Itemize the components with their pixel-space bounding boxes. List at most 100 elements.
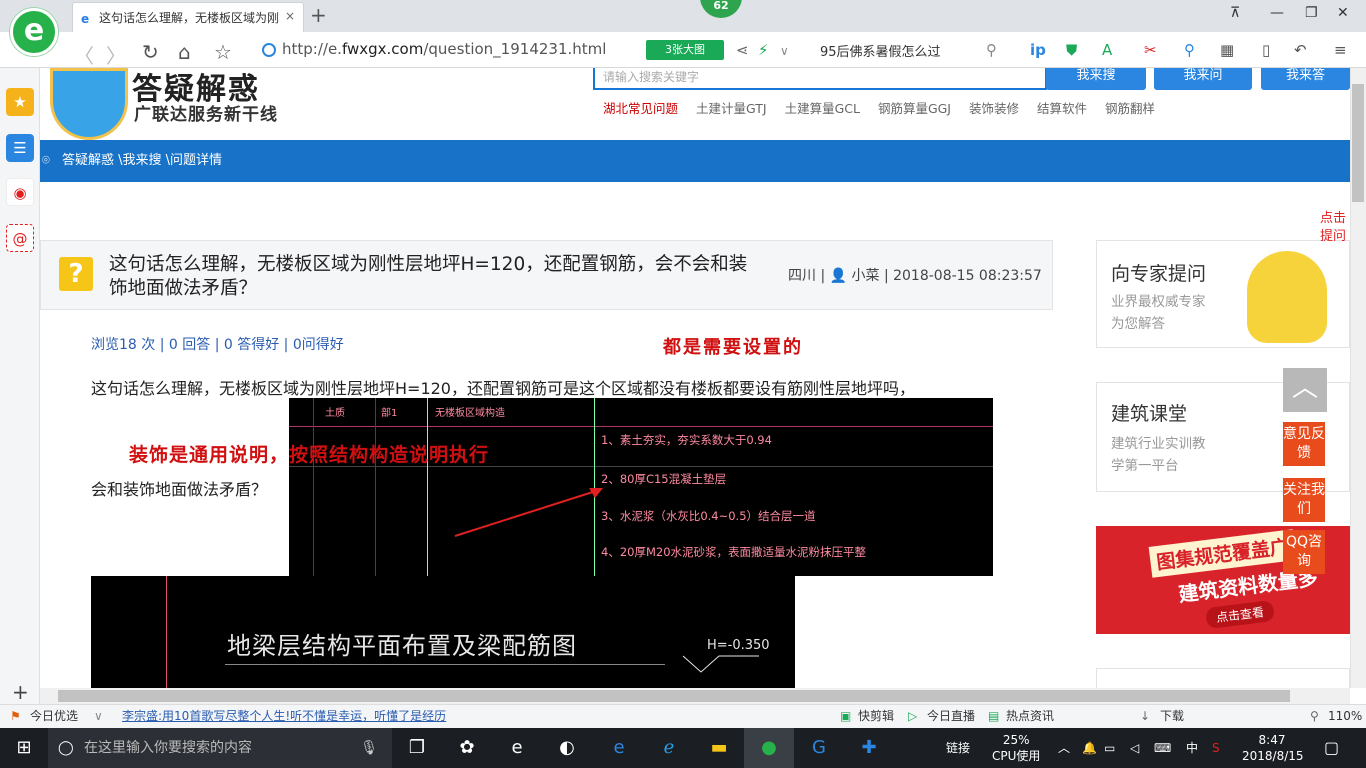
qq-consult-button[interactable]: QQ咨询	[1283, 530, 1325, 574]
close-window-button[interactable]: ✕	[1337, 5, 1349, 21]
hotlink[interactable]: 结算软件	[1037, 101, 1087, 116]
volume-icon[interactable]: ◁	[1130, 728, 1139, 768]
search-input[interactable]: 95后佛系暑假怎么过	[820, 41, 941, 60]
share-icon[interactable]: ⋖	[736, 41, 749, 59]
magnifier-icon[interactable]: ⚲	[1184, 41, 1195, 59]
windows-start-icon[interactable]: ⊞	[0, 728, 48, 768]
expert-card-title: 向专家提问	[1111, 263, 1207, 285]
image-mode-button[interactable]: 3张大图	[646, 40, 724, 60]
hotlink[interactable]: 钢筋翻样	[1105, 101, 1155, 116]
classroom-card-sub: 学第一平台	[1111, 458, 1179, 474]
hotlink[interactable]: 土建算量GCL	[785, 101, 860, 116]
today-picks-link[interactable]: 今日优选	[30, 705, 78, 727]
active-tab[interactable]: e 这句话怎么理解，无楼板区域为刚 ×	[72, 2, 304, 32]
new-tab-button[interactable]: +	[310, 3, 327, 27]
reload-button[interactable]: ↻	[142, 40, 159, 64]
status-item[interactable]: 今日直播	[927, 705, 975, 727]
home-button[interactable]: ⌂	[178, 40, 191, 64]
forward-button[interactable]: 〉	[106, 40, 126, 69]
keyboard-icon[interactable]: ⌨	[1154, 728, 1171, 768]
ip-icon[interactable]: ip	[1030, 41, 1046, 59]
hotlink[interactable]: 湖北常见问题	[603, 101, 678, 116]
promo-button[interactable]: 点击查看	[1204, 599, 1276, 630]
gift-icon: ⚑	[10, 709, 21, 723]
translate-icon[interactable]: A	[1102, 41, 1112, 59]
shield-icon[interactable]: ⛊	[1066, 41, 1077, 59]
feedback-button[interactable]: 意见反馈	[1283, 422, 1325, 466]
search-icon[interactable]: ⚲	[986, 41, 997, 59]
cad-drawing-plan[interactable]: 地梁层结构平面布置及梁配筋图 H=-0.350	[91, 576, 795, 688]
vertical-scroll-thumb[interactable]	[1352, 84, 1364, 202]
favorite-button[interactable]: ☆	[214, 40, 232, 64]
cad-drawing-detail[interactable]: 土质 部1 无楼板区域构造 1、素土夯实，夯实系数大于0.94 2、80厚C15…	[289, 398, 993, 576]
tab-close-icon[interactable]: ×	[285, 9, 295, 23]
follow-us-button[interactable]: 关注我们	[1283, 478, 1325, 522]
mail-icon[interactable]: @	[6, 224, 34, 252]
status-item[interactable]: 热点资讯	[1006, 705, 1054, 727]
link-label[interactable]: 链接	[946, 728, 970, 768]
site-search-input[interactable]: 请输入搜索关键字	[593, 68, 1047, 90]
app-icon[interactable]: ✚	[844, 728, 894, 768]
ask-button[interactable]: 我来问	[1154, 68, 1252, 90]
glodon-icon[interactable]: G	[794, 728, 844, 768]
tray-chevron-icon[interactable]: ︿	[1058, 728, 1070, 768]
url-path: /question_1914231.html	[423, 40, 607, 58]
hotlink[interactable]: 土建计量GTJ	[696, 101, 767, 116]
star-icon[interactable]: ★	[6, 88, 34, 116]
notification-bell-icon[interactable]: 🔔	[1082, 728, 1097, 768]
add-sidebar-button[interactable]: +	[12, 680, 29, 704]
edge-icon[interactable]: e	[594, 728, 644, 768]
cad-line	[427, 398, 428, 576]
status-item[interactable]: 快剪辑	[858, 705, 894, 727]
taskbar-search[interactable]: ◯ 在这里输入你要搜索的内容 🎙	[48, 728, 392, 768]
apps-icon[interactable]: ▦	[1220, 41, 1234, 59]
network-icon[interactable]: ▭	[1104, 728, 1115, 768]
maximize-button[interactable]: ❐	[1305, 5, 1318, 21]
hotlink[interactable]: 装饰装修	[969, 101, 1019, 116]
speed-icon[interactable]: ⚡	[758, 41, 769, 59]
skin-icon[interactable]: ⊼	[1230, 5, 1240, 21]
browser-logo-icon[interactable]: e	[10, 8, 58, 56]
chevron-down-icon[interactable]: ∨	[780, 44, 789, 58]
app-icon[interactable]: ◐	[542, 728, 592, 768]
cad-header: 部1	[381, 408, 398, 419]
breadcrumb[interactable]: 答疑解惑 \我来搜 \问题详情	[62, 153, 222, 168]
site-info-icon[interactable]	[262, 43, 276, 57]
app-icon[interactable]: ✿	[442, 728, 492, 768]
clock[interactable]: 8:47 2018/8/15	[1242, 732, 1304, 764]
scroll-to-top-button[interactable]: ︿	[1283, 368, 1327, 412]
expert-card[interactable]: 向专家提问 业界最权威专家 为您解答	[1096, 240, 1350, 348]
cad-text: 3、水泥浆（水灰比0.4~0.5）结合层一道	[601, 509, 816, 523]
annotation-answer: 都是需要设置的	[663, 337, 803, 358]
action-center-icon[interactable]: ▢	[1324, 728, 1339, 768]
hotlink[interactable]: 钢筋算量GGJ	[878, 101, 951, 116]
undo-icon[interactable]: ↶	[1294, 41, 1307, 59]
site-slogan: 广联达服务新干线	[134, 105, 278, 125]
cpu-meter[interactable]: 25% CPU使用	[992, 732, 1040, 764]
folder-icon[interactable]: ▬	[694, 728, 744, 768]
zoom-level[interactable]: 110%	[1328, 705, 1362, 727]
internet-explorer-icon[interactable]: ℯ	[644, 728, 694, 768]
ie-icon[interactable]: e	[492, 728, 542, 768]
weibo-icon[interactable]: ◉	[6, 178, 34, 206]
scissors-icon[interactable]: ✂	[1144, 41, 1157, 59]
back-button[interactable]: 〈	[74, 40, 94, 69]
list-icon[interactable]: ☰	[6, 134, 34, 162]
taskbar-search-placeholder: 在这里输入你要搜索的内容	[84, 740, 252, 756]
sogou-icon[interactable]: S	[1212, 728, 1220, 768]
address-bar[interactable]: http://e.fwxgx.com/question_1914231.html	[282, 40, 606, 58]
minimize-button[interactable]: —	[1270, 5, 1284, 21]
menu-icon[interactable]: ≡	[1334, 41, 1347, 59]
site-mascot-logo[interactable]	[50, 68, 128, 140]
360-browser-icon[interactable]: ●	[744, 728, 794, 768]
cad-level: H=-0.350	[707, 638, 770, 653]
answer-button[interactable]: 我来答	[1261, 68, 1350, 90]
search-button[interactable]: 我来搜	[1046, 68, 1146, 90]
news-ticker[interactable]: 李宗盛:用10首歌写尽整个人生!听不懂是幸运，听懂了是经历	[122, 705, 446, 727]
sidebar-toggle-icon[interactable]: ▯	[1262, 41, 1270, 59]
ask-float-button[interactable]: 点击提问	[1320, 210, 1350, 250]
task-view-icon[interactable]: ❐	[392, 728, 442, 768]
status-item[interactable]: 下载	[1160, 705, 1184, 727]
ime-indicator[interactable]: 中	[1186, 728, 1198, 768]
horizontal-scroll-thumb[interactable]	[58, 690, 1290, 702]
